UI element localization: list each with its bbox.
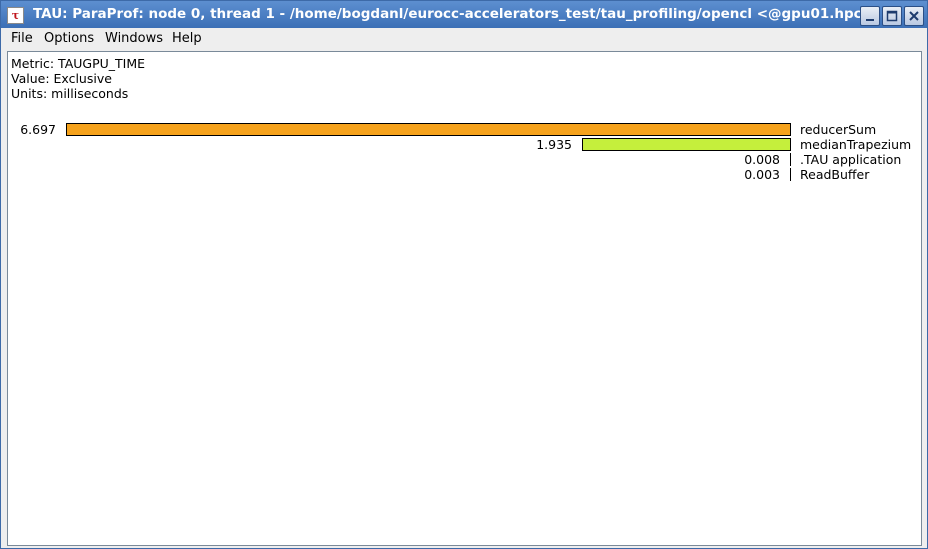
- function-bar[interactable]: [582, 138, 791, 151]
- close-button[interactable]: [904, 6, 924, 26]
- value-label: Value: Exclusive: [11, 71, 112, 86]
- function-value: 0.003: [744, 167, 780, 182]
- title-bar[interactable]: τ TAU: ParaProf: node 0, thread 1 - /hom…: [1, 1, 927, 28]
- function-bar[interactable]: [790, 168, 791, 181]
- profile-panel[interactable]: Metric: TAUGPU_TIME Value: Exclusive Uni…: [7, 51, 922, 546]
- function-value: 0.008: [744, 152, 780, 167]
- function-name[interactable]: .TAU application: [800, 152, 901, 167]
- paraprof-window: τ TAU: ParaProf: node 0, thread 1 - /hom…: [0, 0, 928, 549]
- units-label: Units: milliseconds: [11, 86, 129, 101]
- function-name[interactable]: medianTrapezium: [800, 137, 911, 152]
- metric-label: Metric: TAUGPU_TIME: [11, 56, 146, 71]
- function-bar[interactable]: [66, 123, 791, 136]
- function-value: 1.935: [536, 137, 572, 152]
- window-title: TAU: ParaProf: node 0, thread 1 - /home/…: [33, 6, 873, 22]
- minimize-icon: [866, 19, 874, 21]
- menu-file[interactable]: File: [11, 31, 33, 46]
- function-name[interactable]: reducerSum: [800, 122, 876, 137]
- menu-options[interactable]: Options: [44, 31, 94, 46]
- minimize-button[interactable]: [860, 6, 880, 26]
- menu-help[interactable]: Help: [172, 31, 202, 46]
- menu-windows[interactable]: Windows: [105, 31, 163, 46]
- close-icon: [909, 11, 919, 21]
- menu-bar: File Options Windows Help: [1, 28, 927, 49]
- tau-app-icon: τ: [7, 7, 24, 24]
- function-name[interactable]: ReadBuffer: [800, 167, 869, 182]
- function-value: 6.697: [20, 122, 56, 137]
- maximize-button[interactable]: [882, 6, 902, 26]
- maximize-icon: [886, 10, 898, 22]
- function-bar[interactable]: [790, 153, 791, 166]
